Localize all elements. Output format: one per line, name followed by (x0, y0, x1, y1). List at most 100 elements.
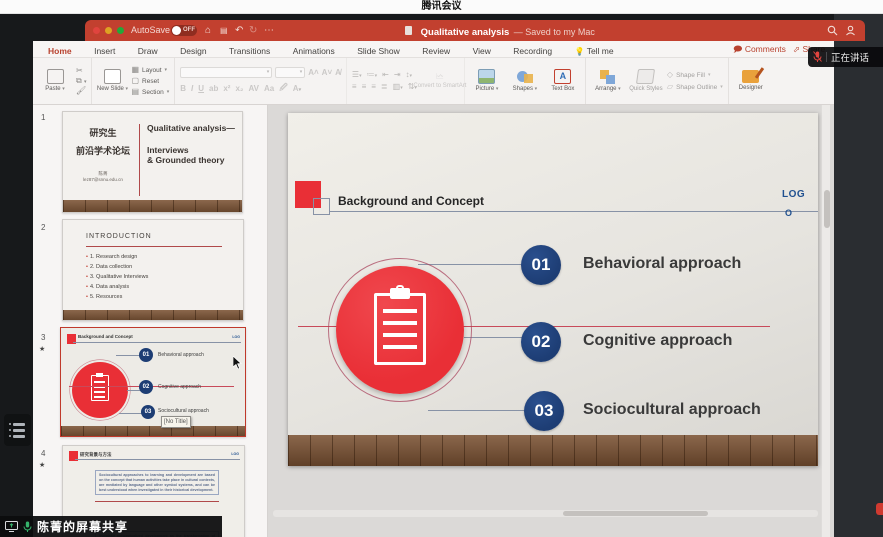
clear-format-icon[interactable]: A̸ (335, 68, 341, 77)
slide3-thumbnail[interactable]: Background and Concept LOG 01 (60, 327, 246, 437)
slide4-header-line (75, 459, 240, 460)
textbox-button[interactable]: A Text Box (546, 69, 580, 93)
slide2-title: INTRODUCTION (86, 233, 152, 240)
screen-share-banner-text: 陈菁的屏幕共享 (37, 518, 128, 535)
arrange-button[interactable]: Arrange ▾ (591, 70, 625, 93)
columns-icon[interactable]: ▥▾ (393, 83, 403, 91)
minimize-button[interactable] (105, 27, 112, 34)
new-slide-button[interactable]: New Slide ▾ (97, 69, 127, 93)
more-commands-icon[interactable]: ⋯ (264, 20, 274, 41)
shape-outline-button[interactable]: ▱Shape Outline▾ (667, 83, 723, 91)
justify-icon[interactable]: ≣ (381, 83, 388, 91)
ppt-titlebar[interactable]: AutoSave OFF ⌂ ▤ ↶ ↻ ⋯ Qualitative analy… (85, 20, 865, 41)
screen-share-icon (5, 521, 18, 532)
outdent-icon[interactable]: ⇤ (382, 71, 389, 79)
document-title: Qualitative analysis (421, 27, 510, 38)
highlight-icon[interactable]: 🖉 (279, 82, 288, 96)
section-button[interactable]: ▤Section▾ (131, 88, 169, 96)
italic-icon[interactable]: I (191, 84, 193, 93)
slide2-thumbnail[interactable]: INTRODUCTION •1. Research design •2. Dat… (62, 219, 244, 321)
main-slide-canvas[interactable]: Background and Concept LOG O 01 Behavior… (288, 113, 818, 466)
align-right-icon[interactable]: ≡ (371, 83, 376, 91)
slide3-animation-star-icon: ★ (39, 345, 45, 353)
change-case-icon[interactable]: Aa (264, 84, 274, 93)
item-01-label: Behavioral approach (583, 255, 741, 273)
indent-icon[interactable]: ⇥ (394, 71, 401, 79)
undo-icon[interactable]: ↶ (235, 20, 243, 41)
strikethrough-icon[interactable]: ab (209, 84, 218, 93)
slide1-title-en: Qualitative analysis— (147, 124, 241, 134)
arrange-icon (600, 70, 616, 84)
align-left-icon[interactable]: ≡ (352, 83, 357, 91)
slide1-thumbnail[interactable]: 研究生 前沿学术论坛 陈菁 lez87@snnu.edu.cn Qualitat… (62, 111, 243, 213)
search-icon[interactable] (827, 25, 838, 36)
shape-fill-button[interactable]: ◇Shape Fill▾ (667, 71, 723, 79)
autosave-state: OFF (183, 27, 195, 33)
slide3-logo: LOG (232, 335, 240, 339)
cut-icon[interactable]: ✂ (76, 67, 86, 75)
horizontal-scrollbar[interactable] (273, 510, 818, 517)
subscript-icon[interactable]: x₂ (235, 84, 243, 93)
horizontal-scrollbar-thumb[interactable] (563, 511, 708, 516)
font-size-combobox[interactable]: ▾ (275, 67, 305, 78)
reset-button[interactable]: ▢Reset (131, 77, 169, 85)
slide1-divider (139, 124, 140, 196)
mouse-cursor (233, 356, 242, 369)
bold-icon[interactable]: B (180, 84, 186, 93)
font-name-combobox[interactable]: ▾ (180, 67, 272, 78)
meeting-list-chip[interactable] (4, 414, 31, 446)
slide4-textbox1: Sociocultural approaches to learning and… (95, 470, 219, 495)
slide3-label3: Sociocultural approach (158, 408, 209, 414)
close-button[interactable] (93, 27, 100, 34)
document-title-area: Qualitative analysis — Saved to my Mac (335, 20, 665, 43)
redo-icon[interactable]: ↻ (249, 20, 257, 41)
zoom-button[interactable] (117, 27, 124, 34)
list-icon (9, 423, 31, 426)
shapes-button[interactable]: Shapes ▾ (508, 70, 542, 93)
presence-icon[interactable] (845, 25, 856, 36)
item-02-circle: 02 (521, 322, 561, 362)
save-icon[interactable]: ▤ (220, 20, 228, 41)
slide-connector-03 (428, 410, 526, 411)
slide3-red-circle (72, 362, 128, 418)
new-slide-icon (104, 69, 121, 84)
vertical-scrollbar[interactable] (821, 105, 830, 537)
vertical-scrollbar-thumb[interactable] (824, 190, 830, 228)
share-icon: ⬀ (793, 44, 800, 54)
convert-smartart-button[interactable]: 🗠 Convert to SmartArt (421, 73, 459, 90)
lightbulb-icon: 💡 (575, 47, 585, 56)
format-painter-icon[interactable]: 🖌 (76, 87, 86, 95)
autosave-toggle[interactable]: OFF (171, 25, 197, 36)
item-02-label: Cognitive approach (583, 332, 732, 350)
group-font: ▾ ▾ A˄ A˅ A̸ B I U ab x² x₂ AV Aa (175, 58, 347, 104)
slide1-sub2: & Grounded theory (147, 156, 241, 166)
paste-button[interactable]: Paste ▾ (38, 69, 72, 93)
picture-button[interactable]: Picture ▾ (470, 69, 504, 93)
copy-icon[interactable]: ⧉ ▾ (76, 77, 86, 85)
slide2-bullet5: •5. Resources (86, 292, 148, 302)
slide-logo-top: LOG (782, 189, 805, 200)
slide4-logo: LOG (231, 452, 239, 456)
bullets-icon[interactable]: ☰▾ (352, 71, 362, 79)
slide4-number: 4 (41, 449, 45, 458)
character-spacing-icon[interactable]: AV (249, 84, 260, 93)
line-spacing-icon[interactable]: ↕▾ (406, 71, 413, 79)
numbering-icon[interactable]: ≔▾ (367, 71, 378, 79)
superscript-icon[interactable]: x² (223, 84, 230, 93)
toast-divider (826, 52, 827, 62)
layout-button[interactable]: ▦Layout▾ (131, 66, 169, 74)
comments-button[interactable]: 🗩 Comments (733, 41, 786, 58)
underline-icon[interactable]: U (198, 84, 204, 93)
align-center-icon[interactable]: ≡ (362, 83, 367, 91)
decrease-font-icon[interactable]: A˅ (322, 68, 332, 77)
slide4-paragraph1: Sociocultural approaches to learning and… (99, 473, 215, 492)
group-insert: Picture ▾ Shapes ▾ A Text Box (465, 58, 586, 104)
font-color-icon[interactable]: A▾ (293, 84, 301, 93)
designer-button[interactable]: Designer (734, 70, 768, 92)
increase-font-icon[interactable]: A˄ (308, 68, 318, 77)
clipboard-icon (374, 293, 426, 365)
quick-styles-button[interactable]: Quick Styles (629, 69, 663, 93)
home-icon[interactable]: ⌂ (205, 20, 211, 41)
slide3-label1: Behavioral approach (158, 352, 204, 358)
slide3-num1: 01 (139, 348, 153, 362)
